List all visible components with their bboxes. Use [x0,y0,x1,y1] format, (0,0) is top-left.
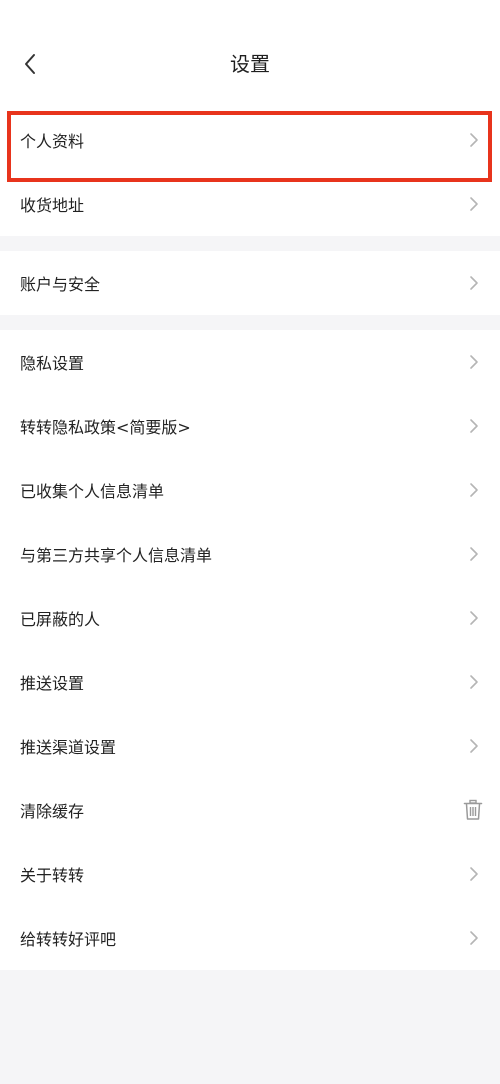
row-shipping-address[interactable]: 收货地址 [0,172,500,236]
row-label: 清除缓存 [20,802,85,821]
chevron-right-icon [468,866,480,882]
row-label: 账户与安全 [20,275,101,294]
chevron-right-icon [468,674,480,690]
row-label: 已屏蔽的人 [20,610,101,629]
row-label: 给转转好评吧 [20,930,117,949]
row-label: 推送设置 [20,674,85,693]
chevron-right-icon [468,738,480,754]
chevron-right-icon [468,930,480,946]
row-push-settings[interactable]: 推送设置 [0,650,500,714]
chevron-right-icon [468,418,480,434]
row-label: 个人资料 [20,132,85,151]
row-push-channel-settings[interactable]: 推送渠道设置 [0,714,500,778]
row-label: 已收集个人信息清单 [20,482,165,501]
settings-group-account: 账户与安全 [0,251,500,315]
row-collected-info-list[interactable]: 已收集个人信息清单 [0,458,500,522]
settings-group-general: 隐私设置 转转隐私政策<简要版> 已收集个人信息清单 与第三方共享个人信息清单 … [0,330,500,970]
chevron-right-icon [468,610,480,626]
chevron-right-icon [468,546,480,562]
chevron-right-icon [468,354,480,370]
row-label: 与第三方共享个人信息清单 [20,546,213,565]
row-rate-app[interactable]: 给转转好评吧 [0,906,500,970]
header: 设置 [0,0,500,108]
settings-group-profile: 个人资料 收货地址 [0,108,500,236]
row-about[interactable]: 关于转转 [0,842,500,906]
row-label: 转转隐私政策<简要版> [20,418,191,437]
chevron-right-icon [468,132,480,148]
chevron-right-icon [468,196,480,212]
row-label: 推送渠道设置 [20,738,117,757]
row-label: 关于转转 [20,866,85,885]
trash-icon[interactable] [462,799,484,821]
row-third-party-sharing-list[interactable]: 与第三方共享个人信息清单 [0,522,500,586]
row-clear-cache[interactable]: 清除缓存 [0,778,500,842]
row-account-security[interactable]: 账户与安全 [0,251,500,315]
chevron-right-icon [468,275,480,291]
row-personal-info[interactable]: 个人资料 [0,108,500,172]
row-privacy-settings[interactable]: 隐私设置 [0,330,500,394]
row-label: 收货地址 [20,196,85,215]
row-label: 隐私设置 [20,354,85,373]
chevron-right-icon [468,482,480,498]
row-blocked-users[interactable]: 已屏蔽的人 [0,586,500,650]
page-title: 设置 [230,52,270,76]
row-privacy-policy-brief[interactable]: 转转隐私政策<简要版> [0,394,500,458]
